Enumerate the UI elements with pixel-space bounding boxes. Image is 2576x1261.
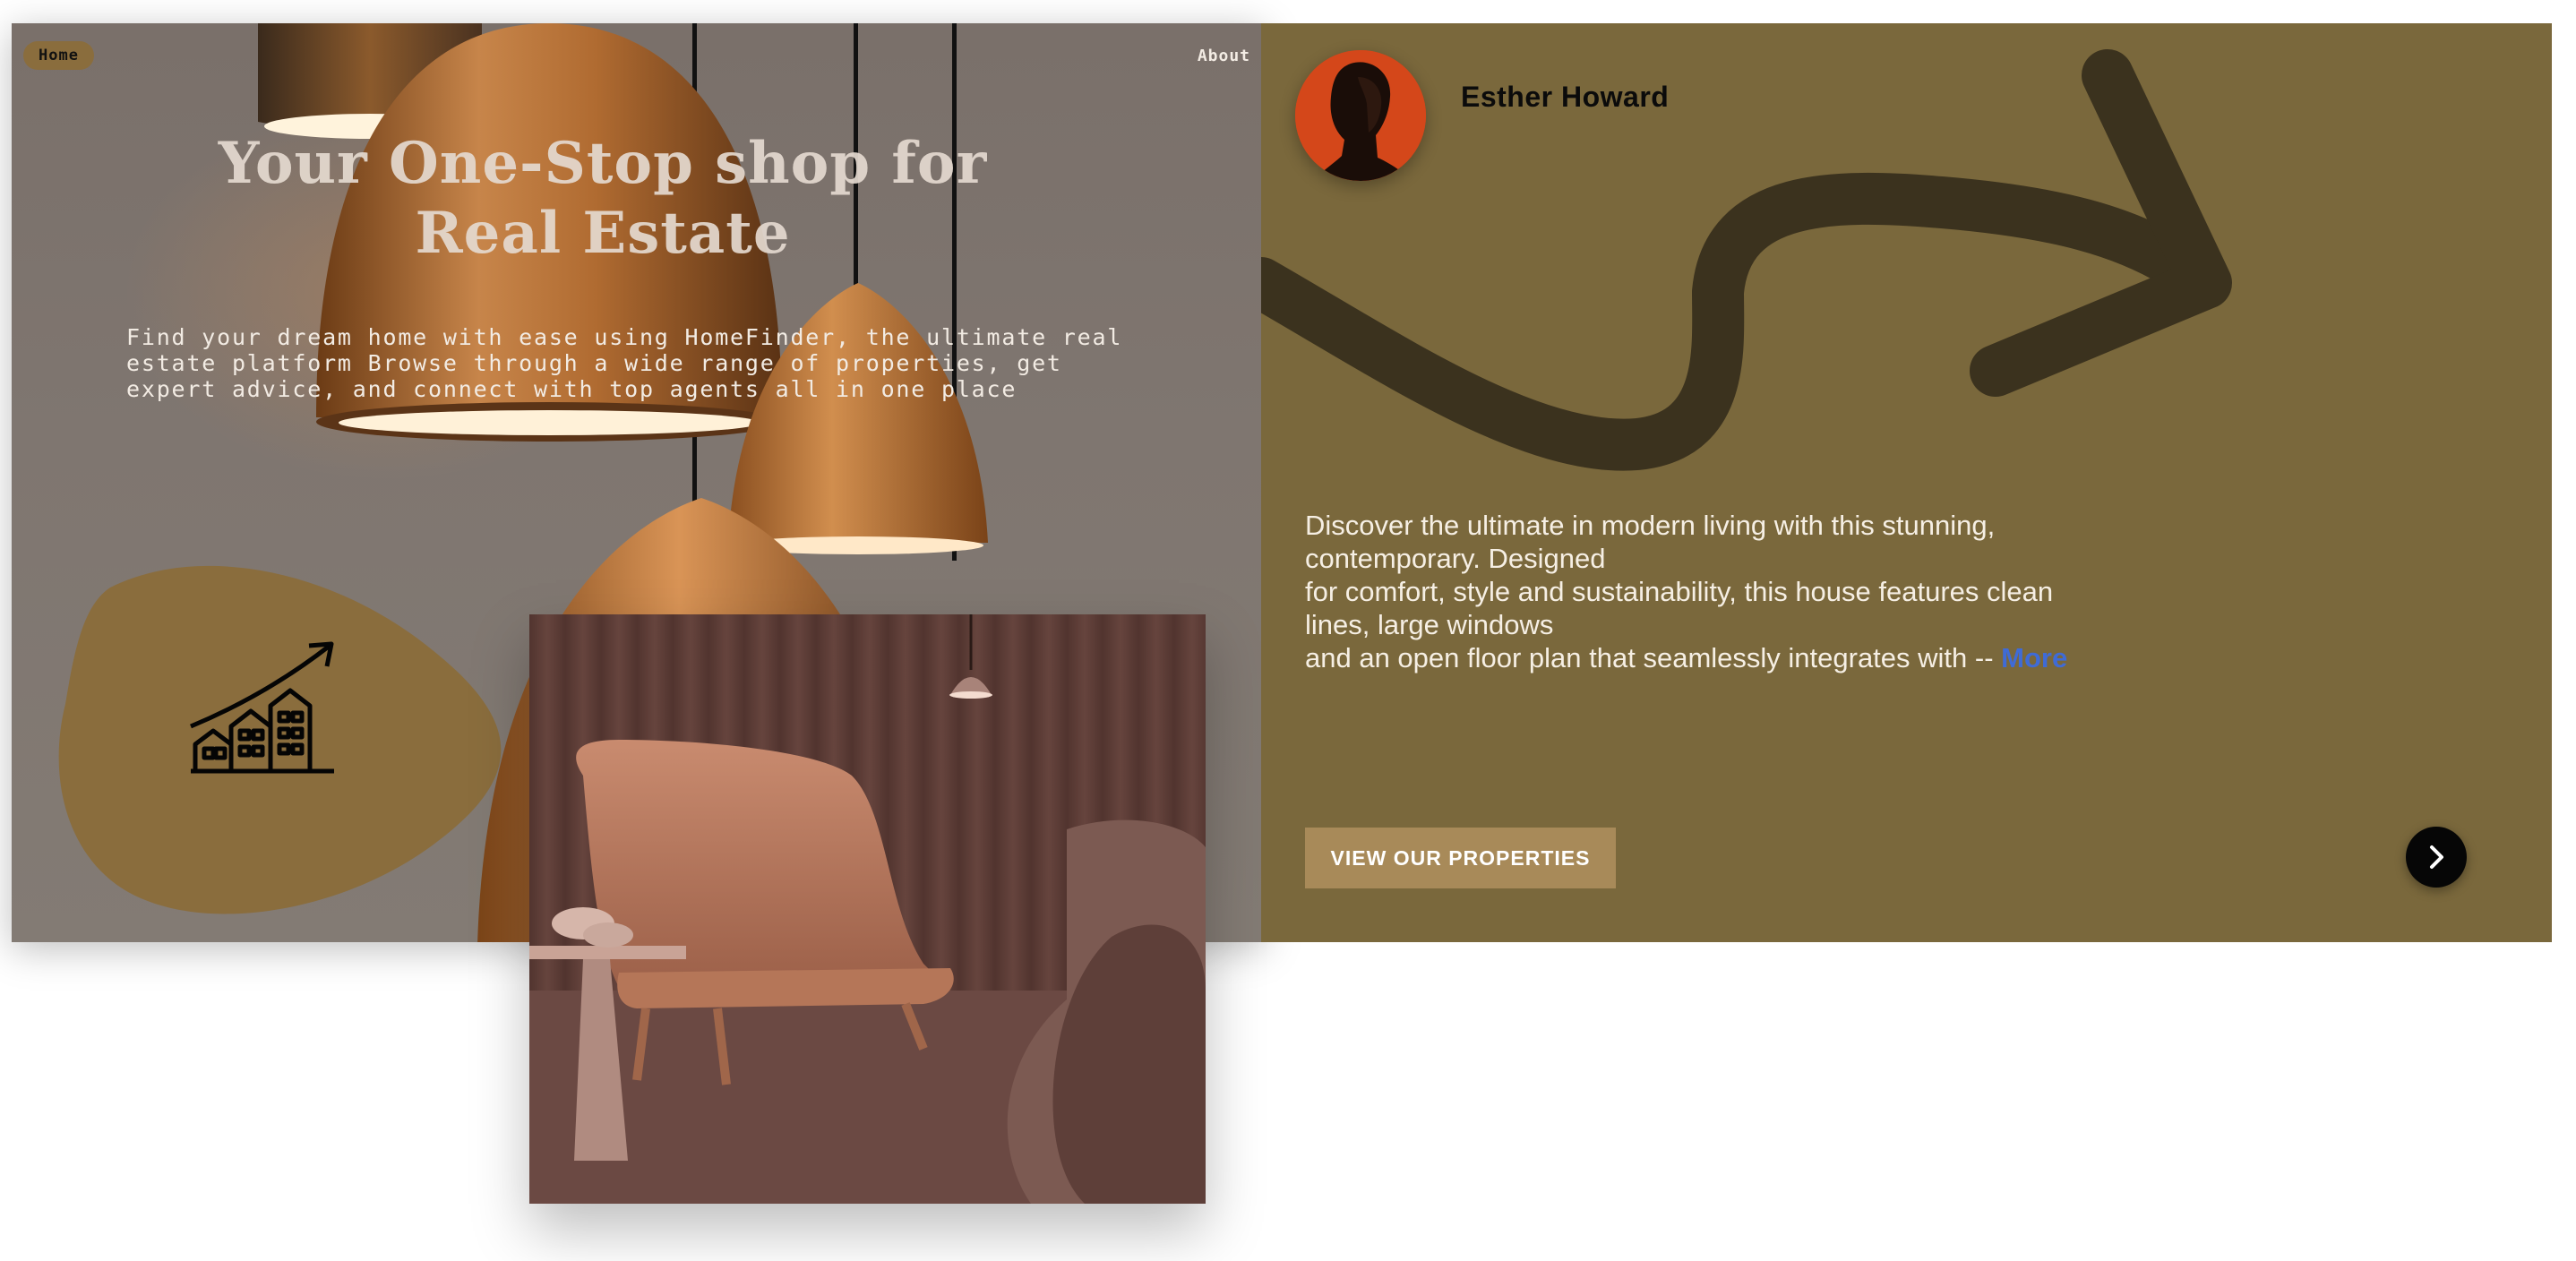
description-text: and an open floor plan that seamlessly i…	[1305, 642, 2002, 673]
avatar[interactable]	[1295, 50, 1426, 181]
top-nav: Home About	[23, 41, 1250, 77]
living-room-image	[529, 614, 1206, 1204]
view-properties-button[interactable]: VIEW OUR PROPERTIES	[1305, 828, 1616, 888]
chevron-right-icon	[2430, 845, 2443, 869]
hero-headline: Your One-Stop shop for Real Estate	[218, 130, 988, 267]
hero-tagline: Find your dream home with ease using Hom…	[126, 324, 1123, 402]
feature-blob	[56, 552, 522, 928]
description-line: Discover the ultimate in modern living w…	[1305, 510, 1996, 541]
description-line: and an open floor plan that seamlessly i…	[1305, 641, 2165, 674]
next-button[interactable]	[2406, 827, 2467, 888]
description-line: lines, large windows	[1305, 609, 1554, 640]
description-line: for comfort, style and sustainability, t…	[1305, 576, 2054, 607]
property-description: Discover the ultimate in modern living w…	[1305, 509, 2165, 674]
decorative-arrow-icon	[1261, 49, 2232, 471]
home-link[interactable]: Home	[23, 41, 94, 70]
agent-panel: Esther Howard Discover the ultimate in m…	[1261, 23, 2552, 942]
about-link[interactable]: About	[1198, 47, 1250, 65]
description-line: contemporary. Designed	[1305, 543, 1606, 574]
more-link[interactable]: More	[2001, 642, 2067, 673]
agent-name: Esther Howard	[1461, 81, 1670, 113]
